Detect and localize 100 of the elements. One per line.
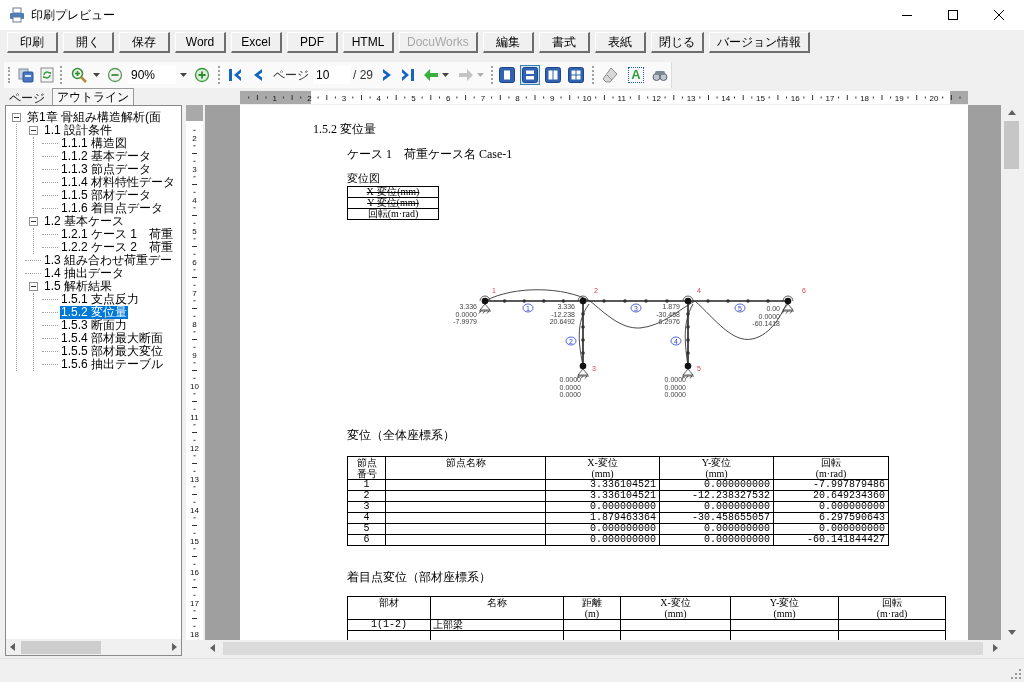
command-button[interactable]: 表紙 — [594, 32, 646, 53]
ruler-number: 17 — [825, 94, 835, 103]
caret-icon[interactable] — [180, 73, 187, 77]
two-page-icon — [545, 67, 561, 83]
point-marker — [686, 338, 690, 342]
tree-item[interactable]: 1.5.4 部材最大断面 — [60, 332, 165, 345]
tree-item[interactable]: 1.5.2 変位量 — [60, 306, 129, 319]
point-marker — [665, 299, 669, 303]
tree-item[interactable]: 1.1.5 部材データ — [60, 189, 153, 202]
tree-item[interactable]: 1.3 組み合わせ荷重デー — [43, 254, 173, 267]
command-button[interactable]: 開く — [63, 32, 114, 53]
scroll-right-arrow-icon[interactable] — [993, 644, 998, 652]
collapse-icon[interactable] — [11, 113, 21, 122]
scrollbar-thumb[interactable] — [1004, 121, 1019, 169]
command-button[interactable]: Excel — [231, 32, 282, 53]
maximize-icon[interactable] — [948, 10, 958, 20]
column-header: X-変位 (mm) — [660, 597, 691, 619]
case-title: ケース 1 荷重ケース名 Case-1 — [347, 147, 514, 161]
table-cell-text: 3.336104521 — [589, 491, 657, 501]
point-marker — [706, 299, 710, 303]
view-mode-button[interactable] — [497, 65, 517, 85]
table-cell-text: 0.000000000 — [703, 524, 771, 534]
tree-item[interactable]: 第1章 骨組み構造解析(面 — [26, 111, 162, 124]
ruler-number: 4 — [376, 94, 382, 103]
table-cell-text: 3 — [362, 502, 371, 512]
command-button[interactable]: 閉じる — [650, 32, 704, 53]
tree-item[interactable]: 1.1.2 基本データ — [60, 150, 153, 163]
node-marker — [682, 295, 694, 305]
command-button[interactable]: バージョン情報 — [708, 32, 810, 53]
view-mode-button[interactable] — [566, 65, 586, 85]
scroll-up-arrow-icon[interactable] — [1007, 110, 1016, 115]
tab[interactable]: アウトライン — [52, 88, 134, 105]
tree-item[interactable]: 1.2.1 ケース 1 荷重 — [60, 228, 175, 241]
collapse-icon[interactable] — [28, 217, 38, 226]
pages-icon[interactable] — [18, 67, 34, 83]
zoom-out-icon[interactable] — [107, 67, 123, 83]
caret-icon[interactable] — [93, 73, 100, 77]
point-marker — [561, 299, 566, 303]
horizontal-scrollbar[interactable] — [6, 639, 181, 655]
ruler-number: 12 — [651, 94, 661, 103]
last-page-icon[interactable] — [400, 67, 416, 83]
table-cell-text: 5 — [362, 524, 371, 534]
table-cell-text: 0.000000000 — [818, 524, 886, 534]
tree-item[interactable]: 1.5.1 支点反力 — [60, 293, 141, 306]
minimize-icon[interactable] — [902, 14, 912, 16]
four-page-icon — [568, 67, 584, 83]
column-header: 回転 (m·rad) — [815, 457, 847, 479]
tree-item[interactable]: 1.1.4 材料特性データ — [60, 176, 177, 189]
eraser-icon[interactable] — [602, 67, 618, 83]
tree-item[interactable]: 1.5 解析結果 — [43, 280, 113, 293]
table-cell-text: -7.997879486 — [812, 480, 886, 490]
ruler-number: 3 — [341, 94, 347, 103]
tree-item[interactable]: 1.5.3 断面力 — [60, 319, 129, 332]
resize-grip-icon[interactable] — [1011, 669, 1021, 679]
command-button[interactable]: 保存 — [119, 32, 170, 53]
ruler-number: 4 — [192, 196, 197, 205]
section-heading: 1.5.2 変位量 — [313, 122, 377, 136]
collapse-icon[interactable] — [28, 126, 38, 135]
tree-item[interactable]: 1.2 基本ケース — [43, 215, 125, 228]
command-button[interactable]: Word — [175, 32, 226, 53]
page-refresh-icon[interactable] — [39, 67, 55, 83]
tree-item[interactable]: 1.1.1 構造図 — [60, 137, 129, 150]
scrollbar-thumb[interactable] — [21, 640, 101, 654]
tree-item[interactable]: 1.2.2 ケース 2 荷重 — [60, 241, 175, 254]
command-button[interactable]: HTML — [343, 32, 394, 53]
command-button[interactable]: 編集 — [482, 32, 534, 53]
tree-item[interactable]: 1.4 抽出データ — [43, 267, 125, 280]
tree-item[interactable]: 1.5.6 抽出テーブル — [60, 358, 165, 371]
table-cell-text: 6 — [362, 535, 371, 545]
tree-item[interactable]: 1.1 設計条件 — [43, 124, 113, 137]
first-page-icon[interactable] — [227, 67, 243, 83]
column-header: Y-変位 (mm) — [769, 597, 800, 619]
collapse-icon[interactable] — [28, 282, 38, 291]
scroll-right-arrow-icon[interactable] — [172, 643, 177, 651]
view-mode-button[interactable] — [520, 65, 540, 85]
view-mode-button[interactable] — [543, 65, 563, 85]
caret-icon[interactable] — [442, 73, 449, 77]
scroll-left-arrow-icon[interactable] — [10, 643, 15, 651]
zoom-field[interactable]: 90% — [128, 66, 176, 84]
plus-circle-icon[interactable] — [194, 67, 210, 83]
command-button[interactable]: 書式 — [538, 32, 590, 53]
ruler-number: 8 — [192, 320, 197, 329]
tree-item[interactable]: 1.1.6 着目点データ — [60, 202, 165, 215]
table-cell-text: 2 — [362, 491, 371, 501]
scroll-left-arrow-icon[interactable] — [210, 644, 215, 652]
tree-item[interactable]: 1.1.3 節点データ — [60, 163, 153, 176]
table-cell-text: 1(1-2) — [370, 620, 408, 630]
ruler-number: 5 — [411, 94, 416, 103]
point-marker — [602, 299, 606, 303]
ruler-number: 13 — [686, 94, 696, 103]
scrollbar-thumb[interactable] — [223, 641, 983, 655]
command-button[interactable]: PDF — [287, 32, 338, 53]
command-button[interactable]: 印刷 — [7, 32, 58, 53]
point-marker — [502, 299, 507, 303]
page-number-field[interactable]: 10 — [313, 66, 350, 84]
zoom-in-icon[interactable] — [71, 67, 87, 83]
scroll-down-arrow-icon[interactable] — [1007, 630, 1016, 635]
tree-item[interactable]: 1.5.5 部材最大変位 — [60, 345, 165, 358]
ruler-number: 7 — [480, 94, 486, 103]
close-icon[interactable] — [994, 10, 1004, 20]
